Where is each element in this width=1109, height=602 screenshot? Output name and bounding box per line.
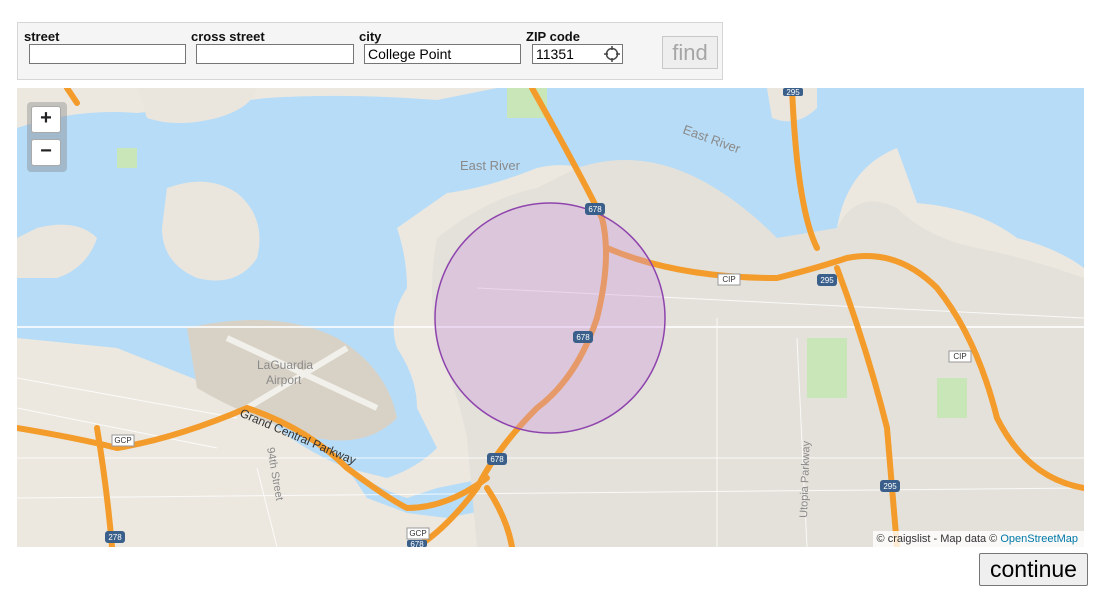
zip-field: ZIP code [526,29,623,64]
badge-gcp-2: GCP [409,529,426,538]
cross-street-label: cross street [191,29,265,44]
city-label: city [359,29,382,44]
park-1 [807,338,847,398]
map-view[interactable]: East River East River LaGuardia Airport … [17,88,1084,547]
openstreetmap-link[interactable]: OpenStreetMap [1000,533,1078,545]
cross-street-input[interactable] [196,44,354,64]
badge-cip-1: CIP [722,275,735,284]
shield-295-2: 295 [883,482,897,491]
find-button[interactable]: find [662,36,718,69]
shield-678-2: 678 [576,333,590,342]
park-4 [117,148,137,168]
zoom-control: + − [27,102,67,172]
shield-295-3: 295 [786,88,800,97]
search-radius-circle [434,202,666,434]
zoom-in-button[interactable]: + [31,106,61,133]
park-2 [937,378,967,418]
shield-278: 278 [108,533,122,542]
road-label-94th-street: 94th Street [264,446,285,501]
badge-cip-2: CIP [953,352,966,361]
street-label: street [24,29,60,44]
location-form: street cross street city ZIP code find [17,22,723,80]
map-canvas[interactable]: East River East River LaGuardia Airport … [17,88,1084,547]
street-input[interactable] [29,44,186,64]
shield-678-1: 678 [588,205,602,214]
place-label-airport: Airport [266,373,302,387]
continue-button[interactable]: continue [979,553,1088,586]
shield-678-3: 678 [490,455,504,464]
street-field: street [24,29,186,64]
shield-295-1: 295 [820,276,834,285]
place-label-laguardia: LaGuardia [257,358,313,372]
locate-icon[interactable] [604,46,620,62]
badge-gcp-1: GCP [114,436,131,445]
city-field: city [359,29,521,64]
cross-street-field: cross street [191,29,354,64]
zip-input-wrap [526,44,623,64]
zoom-out-button[interactable]: − [31,139,61,166]
water-label-east-river-1: East River [460,158,521,173]
city-input[interactable] [364,44,521,64]
zip-label: ZIP code [526,29,580,44]
shield-678-4: 678 [410,540,424,547]
map-attribution: © craigslist - Map data © OpenStreetMap [872,531,1084,547]
attribution-text: © craigslist - Map data © [876,533,1001,545]
